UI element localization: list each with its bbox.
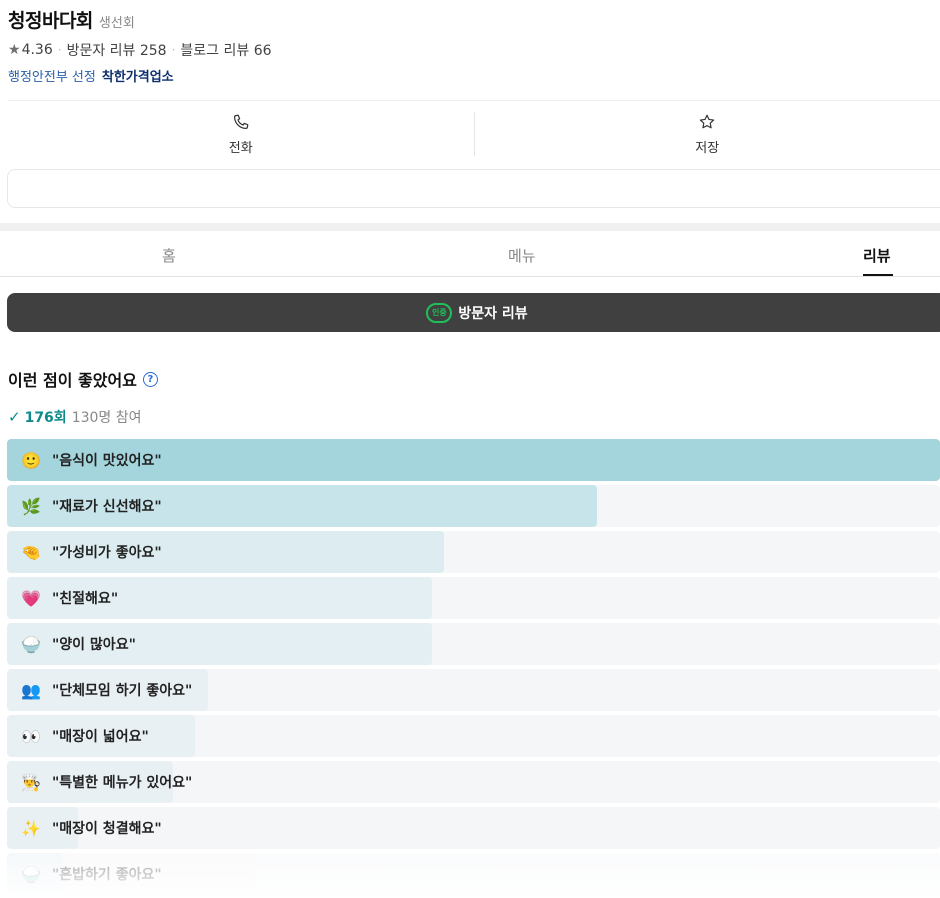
likes-heading: 이런 점이 좋았어요 ? xyxy=(8,367,158,391)
like-item: 💗 "친절해요" xyxy=(7,577,940,619)
title-row: 청정바다회 생선회 xyxy=(8,6,940,34)
like-label: "재료가 신선해요" xyxy=(52,499,162,515)
like-label: "양이 많아요" xyxy=(52,637,136,653)
star-icon xyxy=(700,114,715,128)
like-item-content: 👥 "단체모임 하기 좋아요" xyxy=(7,669,940,711)
like-label: "음식이 맛있어요" xyxy=(52,453,162,469)
good-price-badge[interactable]: 착한가격업소 xyxy=(102,66,174,85)
stats-row: ★ 4.36 · 방문자 리뷰 258 · 블로그 리뷰 66 xyxy=(8,41,940,59)
call-button[interactable]: 전화 xyxy=(8,101,474,167)
like-label: "친절해요" xyxy=(52,591,119,607)
like-item: 🍚 "양이 많아요" xyxy=(7,623,940,665)
badge-prefix: 행정안전부 선정 xyxy=(8,69,96,85)
like-item: ✨ "매장이 청결해요" xyxy=(7,807,940,849)
like-item: 🙂 "음식이 맛있어요" xyxy=(7,439,940,481)
place-header: 청정바다회 생선회 ★ 4.36 · 방문자 리뷰 258 · 블로그 리뷰 6… xyxy=(8,6,940,85)
likes-count: 176회 xyxy=(24,410,67,426)
likes-participants: 130명 참여 xyxy=(71,410,142,426)
tab-bar: 홈 메뉴 리뷰 xyxy=(0,231,940,277)
certified-icon: 인증 xyxy=(426,302,453,323)
rating-value: 4.36 xyxy=(21,42,53,58)
like-item: 👨‍🍳 "특별한 메뉴가 있어요" xyxy=(7,761,940,803)
like-item: 🤏 "가성비가 좋아요" xyxy=(7,531,940,573)
like-label: "매장이 청결해요" xyxy=(52,821,162,837)
visitor-review-label: 방문자 리뷰 xyxy=(458,305,528,322)
section-divider xyxy=(0,223,940,231)
check-icon: ✓ xyxy=(8,408,21,426)
place-category: 생선회 xyxy=(98,16,135,31)
likes-title: 이런 점이 좋았어요 xyxy=(8,371,137,390)
like-emoji-icon: 👀 xyxy=(21,726,41,746)
tab-home[interactable]: 홈 xyxy=(162,245,176,266)
tab-menu[interactable]: 메뉴 xyxy=(508,245,536,266)
like-emoji-icon: 🌿 xyxy=(21,496,41,516)
like-item-content: 💗 "친절해요" xyxy=(7,577,940,619)
rating-star-icon: ★ xyxy=(8,42,21,58)
like-emoji-icon: 🍚 xyxy=(21,634,41,654)
info-box xyxy=(7,169,940,208)
call-label: 전화 xyxy=(228,140,253,156)
likes-count-row: ✓ 176회 130명 참여 xyxy=(8,407,142,427)
save-button[interactable]: 저장 xyxy=(475,101,940,167)
visitor-review-count[interactable]: 방문자 리뷰 258 xyxy=(67,40,167,60)
like-item-content: 🤏 "가성비가 좋아요" xyxy=(7,531,940,573)
like-item: 🌿 "재료가 신선해요" xyxy=(7,485,940,527)
like-emoji-icon: 💗 xyxy=(21,588,41,608)
like-label: "특별한 메뉴가 있어요" xyxy=(52,775,193,791)
like-item-content: 🍚 "양이 많아요" xyxy=(7,623,940,665)
like-item: 👀 "매장이 넓어요" xyxy=(7,715,940,757)
like-label: "매장이 넓어요" xyxy=(52,729,149,745)
help-icon[interactable]: ? xyxy=(142,371,158,387)
like-item-content: 🌿 "재료가 신선해요" xyxy=(7,485,940,527)
like-emoji-icon: ✨ xyxy=(21,818,41,838)
like-item-content: 🙂 "음식이 맛있어요" xyxy=(7,439,940,481)
like-item-content: 👨‍🍳 "특별한 메뉴가 있어요" xyxy=(7,761,940,803)
likes-bar-list: 🙂 "음식이 맛있어요" 🌿 "재료가 신선해요" 🤏 "가성비가 좋아요" 💗 "친절해요"… xyxy=(7,439,940,898)
like-emoji-icon: 👥 xyxy=(21,680,41,700)
like-item-content: 👀 "매장이 넓어요" xyxy=(7,715,940,757)
like-label: "가성비가 좋아요" xyxy=(52,545,162,561)
tab-review[interactable]: 리뷰 xyxy=(863,245,891,266)
save-label: 저장 xyxy=(695,140,720,156)
like-emoji-icon: 🤏 xyxy=(21,542,41,562)
like-emoji-icon: 👨‍🍳 xyxy=(21,772,41,792)
blog-review-count[interactable]: 블로그 리뷰 66 xyxy=(180,40,271,60)
like-emoji-icon: 🙂 xyxy=(21,450,41,470)
separator-dot: · xyxy=(57,43,62,57)
badge-row: 행정안전부 선정 착한가격업소 xyxy=(8,66,940,85)
like-item: 👥 "단체모임 하기 좋아요" xyxy=(7,669,940,711)
like-item-content: ✨ "매장이 청결해요" xyxy=(7,807,940,849)
like-label: "단체모임 하기 좋아요" xyxy=(52,683,193,699)
separator-dot: · xyxy=(171,43,176,57)
place-name: 청정바다회 xyxy=(8,10,93,32)
fade-overlay xyxy=(0,845,940,898)
active-tab-indicator xyxy=(863,274,893,276)
visitor-review-button[interactable]: 인증 방문자 리뷰 xyxy=(7,293,940,332)
action-bar: 전화 저장 xyxy=(8,101,940,167)
phone-icon xyxy=(233,114,249,129)
